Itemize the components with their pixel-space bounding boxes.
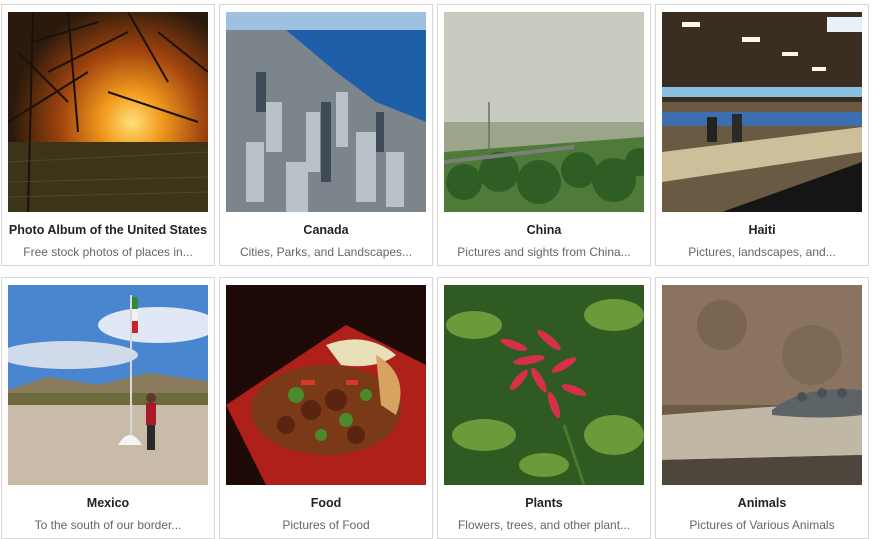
album-title[interactable]: Plants (438, 496, 650, 510)
stir-fry-plate-photo (226, 285, 426, 485)
album-thumbnail[interactable] (662, 285, 862, 485)
album-title[interactable]: Photo Album of the United States (2, 223, 214, 237)
sunset-forest-photo (8, 12, 208, 212)
album-title[interactable]: Canada (220, 223, 432, 237)
album-card-canada[interactable]: Canada Cities, Parks, and Landscapes... (219, 4, 433, 266)
red-flower-photo (444, 285, 644, 485)
hazy-landscape-photo (444, 12, 644, 212)
album-thumbnail[interactable] (226, 285, 426, 485)
album-description: Cities, Parks, and Landscapes... (239, 245, 413, 259)
album-description: Free stock photos of places in... (23, 245, 193, 259)
album-card-haiti[interactable]: Haiti Pictures, landscapes, and... (655, 4, 869, 266)
album-card-food[interactable]: Food Pictures of Food (219, 277, 433, 539)
album-card-china[interactable]: China Pictures and sights from China... (437, 4, 651, 266)
album-title[interactable]: Mexico (2, 496, 214, 510)
album-card-mexico[interactable]: Mexico To the south of our border... (1, 277, 215, 539)
album-thumbnail[interactable] (662, 12, 862, 212)
album-card-plants[interactable]: Plants Flowers, trees, and other plant..… (437, 277, 651, 539)
album-title[interactable]: China (438, 223, 650, 237)
album-title[interactable]: Animals (656, 496, 868, 510)
album-card-animals[interactable]: Animals Pictures of Various Animals (655, 277, 869, 539)
album-card-united-states[interactable]: Photo Album of the United States Free st… (1, 4, 215, 266)
album-thumbnail[interactable] (444, 285, 644, 485)
album-description: Pictures, landscapes, and... (688, 245, 836, 259)
album-title[interactable]: Food (220, 496, 432, 510)
album-title[interactable]: Haiti (656, 223, 868, 237)
toronto-aerial-photo (226, 12, 426, 212)
factory-interior-photo (662, 12, 862, 212)
album-description: Pictures of Food (282, 518, 370, 532)
album-description: Flowers, trees, and other plant... (457, 518, 631, 532)
album-thumbnail[interactable] (8, 285, 208, 485)
album-description: To the south of our border... (34, 518, 182, 532)
album-grid: Photo Album of the United States Free st… (0, 0, 877, 539)
album-description: Pictures and sights from China... (457, 245, 631, 259)
album-thumbnail[interactable] (444, 12, 644, 212)
crocodile-rock-photo (662, 285, 862, 485)
album-thumbnail[interactable] (8, 12, 208, 212)
album-thumbnail[interactable] (226, 12, 426, 212)
desert-flag-photo (8, 285, 208, 485)
album-description: Pictures of Various Animals (689, 518, 835, 532)
